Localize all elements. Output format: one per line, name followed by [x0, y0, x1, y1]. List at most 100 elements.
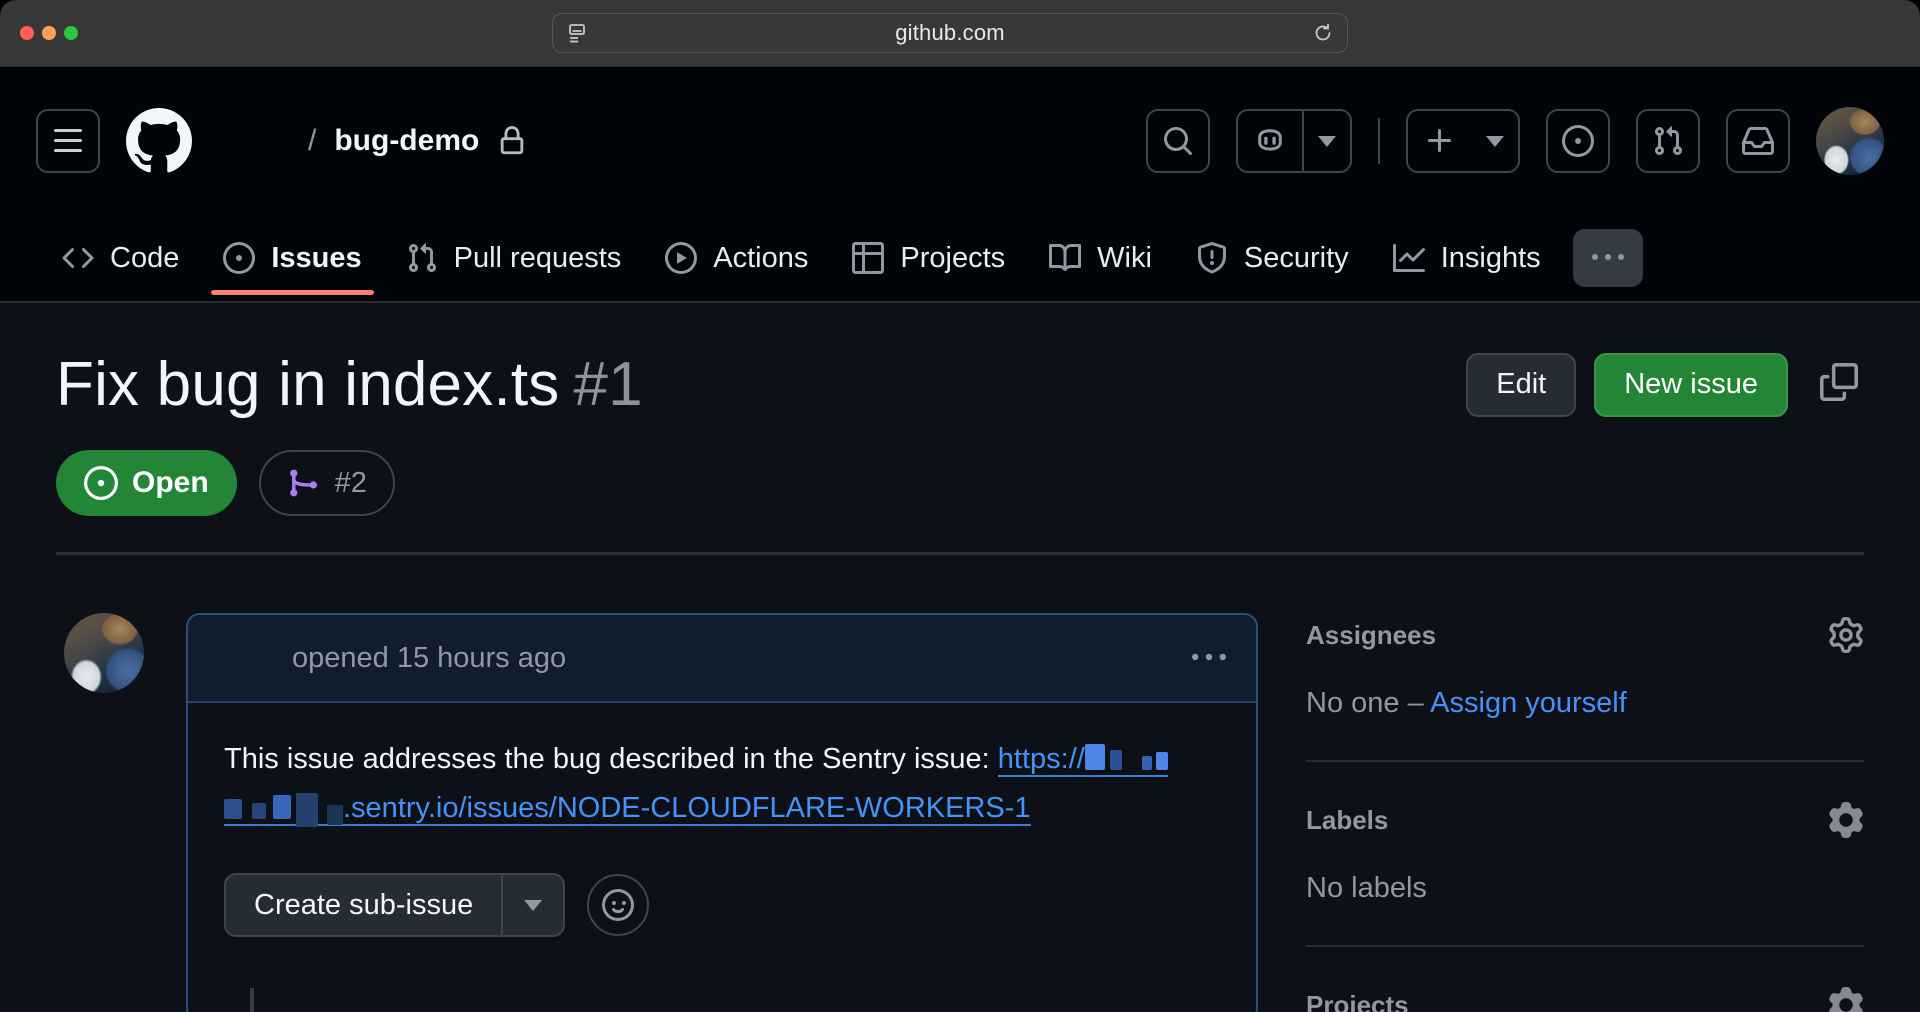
create-new-chevron[interactable] [1472, 111, 1518, 171]
copilot-button[interactable] [1236, 109, 1352, 173]
projects-gear-button[interactable] [1828, 987, 1864, 1012]
chevron-down-icon [1318, 136, 1336, 147]
tab-wiki[interactable]: Wiki [1027, 215, 1174, 301]
reload-icon[interactable] [1311, 21, 1335, 45]
hamburger-menu-button[interactable] [36, 109, 100, 173]
issue-opened-icon [1562, 125, 1594, 157]
issues-button[interactable] [1546, 109, 1610, 173]
page-format-icon[interactable] [565, 21, 589, 45]
pull-requests-button[interactable] [1636, 109, 1700, 173]
create-sub-issue-chevron[interactable] [501, 875, 563, 935]
labels-empty-text: No labels [1306, 872, 1864, 905]
close-window-button[interactable] [20, 26, 34, 40]
create-sub-issue-button[interactable]: Create sub-issue [224, 873, 565, 937]
url-text: github.com [589, 20, 1311, 46]
redacted-pixels [1142, 756, 1152, 770]
copy-icon [1820, 363, 1858, 401]
tab-label: Pull requests [454, 242, 622, 275]
private-lock-icon [497, 126, 527, 156]
chevron-down-icon [524, 900, 542, 911]
tab-actions[interactable]: Actions [643, 215, 830, 301]
redacted-pixels [327, 805, 343, 825]
sentry-link-end[interactable]: .sentry.io/issues/NODE-CLOUDFLARE-WORKER… [224, 792, 1031, 826]
assign-yourself-link[interactable]: Assign yourself [1430, 687, 1627, 719]
redacted-pixels [252, 803, 266, 819]
user-avatar[interactable] [1816, 107, 1884, 175]
assignees-title: Assignees [1306, 620, 1436, 651]
tab-label: Issues [271, 242, 361, 275]
inbox-icon [1742, 125, 1774, 157]
sentry-link-text[interactable]: https:// [998, 743, 1085, 775]
timeline-connector [250, 988, 254, 1012]
repo-tab-nav: Code Issues Pull requests Actions Projec… [0, 215, 1920, 303]
repo-name-link[interactable]: bug-demo [334, 124, 479, 158]
minimize-window-button[interactable] [42, 26, 56, 40]
issue-body-comment: opened 15 hours ago This issue addresses… [186, 613, 1258, 1012]
issue-sidebar: Assignees No one – Assign yourself Label… [1306, 613, 1864, 1012]
smiley-icon [602, 889, 634, 921]
tab-overflow-button[interactable] [1573, 229, 1643, 287]
add-reaction-button[interactable] [587, 874, 649, 936]
labels-title: Labels [1306, 805, 1388, 836]
kebab-horizontal-icon [1192, 641, 1226, 675]
github-header: / bug-demo [0, 67, 1920, 215]
copilot-dropdown-chevron[interactable] [1302, 111, 1350, 171]
parent-issue-badge[interactable]: #2 [259, 450, 395, 516]
tab-label: Insights [1441, 242, 1541, 275]
redacted-pixels [273, 795, 291, 819]
comment-timestamp[interactable]: opened 15 hours ago [292, 642, 566, 675]
comment-author-avatar[interactable] [64, 613, 144, 693]
graph-icon [1393, 242, 1425, 274]
create-new-button[interactable] [1406, 109, 1520, 173]
new-issue-button[interactable]: New issue [1594, 353, 1788, 417]
issue-title: Fix bug in index.ts#1 [56, 349, 643, 420]
breadcrumb-separator: / [308, 124, 316, 158]
tab-security[interactable]: Security [1174, 215, 1371, 301]
sidebar-divider [1306, 760, 1864, 762]
redacted-pixels [296, 793, 318, 827]
gear-icon [1828, 617, 1864, 653]
sentry-link-start[interactable]: https:// [998, 743, 1168, 777]
window-controls[interactable] [20, 26, 78, 40]
redacted-pixels [1110, 750, 1122, 770]
inbox-button[interactable] [1726, 109, 1790, 173]
tab-projects[interactable]: Projects [830, 215, 1027, 301]
edit-button[interactable]: Edit [1466, 353, 1576, 417]
copilot-icon[interactable] [1238, 111, 1302, 171]
shield-icon [1196, 242, 1228, 274]
zoom-window-button[interactable] [64, 26, 78, 40]
tab-label: Actions [713, 242, 808, 275]
parent-issue-number: #2 [335, 467, 367, 500]
sentry-link-text[interactable]: .sentry.io/issues/NODE-CLOUDFLARE-WORKER… [343, 792, 1031, 824]
issue-page-content: Fix bug in index.ts#1 Edit New issue Ope… [0, 303, 1920, 1012]
assignees-gear-button[interactable] [1828, 617, 1864, 653]
breadcrumb: / bug-demo [308, 124, 527, 158]
tab-code[interactable]: Code [40, 215, 201, 301]
browser-chrome: github.com [0, 0, 1920, 67]
github-logo-icon[interactable] [126, 108, 192, 174]
sidebar-divider [1306, 945, 1864, 947]
search-button[interactable] [1146, 109, 1210, 173]
tab-label: Code [110, 242, 179, 275]
header-divider [1378, 118, 1380, 164]
issue-title-text: Fix bug in index.ts [56, 350, 560, 419]
labels-gear-button[interactable] [1828, 802, 1864, 838]
kebab-horizontal-icon [1592, 242, 1624, 274]
comment-menu-button[interactable] [1192, 641, 1226, 675]
create-sub-issue-label[interactable]: Create sub-issue [226, 875, 501, 935]
redacted-pixels [224, 799, 242, 819]
plus-icon[interactable] [1408, 111, 1472, 171]
play-icon [665, 242, 697, 274]
tab-pull-requests[interactable]: Pull requests [384, 215, 644, 301]
copy-link-button[interactable] [1820, 363, 1864, 407]
assignees-empty-text: No one – [1306, 687, 1430, 719]
redacted-owner-name [192, 136, 308, 146]
redacted-pixels [1085, 744, 1105, 770]
address-bar[interactable]: github.com [552, 13, 1348, 53]
tab-issues[interactable]: Issues [201, 215, 383, 301]
issue-state-label: Open [132, 466, 209, 500]
issue-number: #1 [574, 350, 643, 419]
issue-opened-icon [223, 242, 255, 274]
chevron-down-icon [1486, 136, 1504, 147]
tab-insights[interactable]: Insights [1371, 215, 1563, 301]
